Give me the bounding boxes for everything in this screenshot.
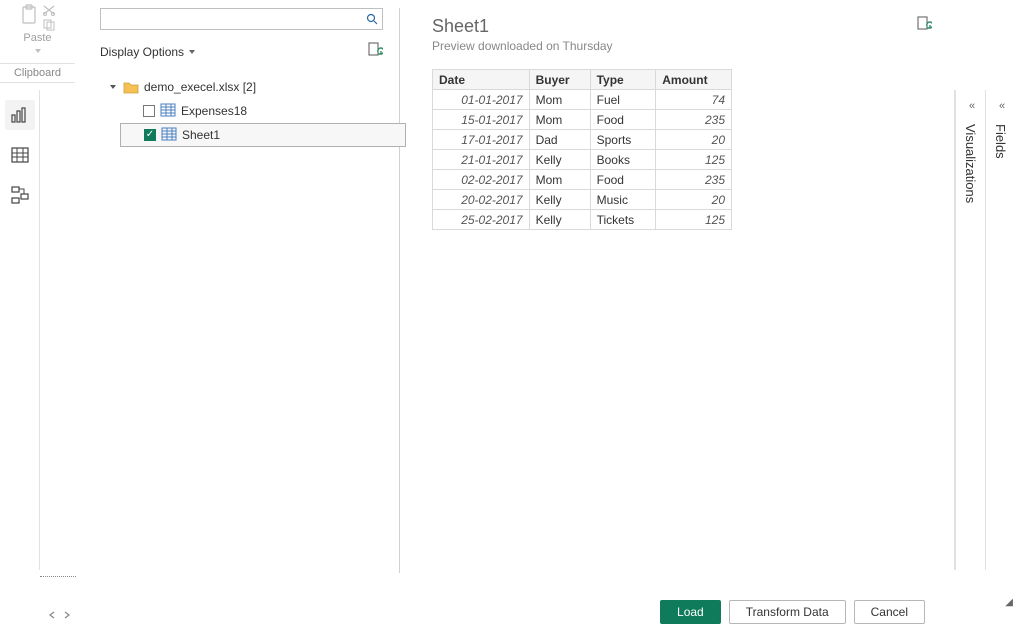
cell-amount: 125 [656,210,732,230]
expand-icon: « [999,100,1002,112]
column-header[interactable]: Amount [656,70,732,90]
cell-amount: 235 [656,110,732,130]
cell-buyer: Mom [529,90,590,110]
file-icon [123,80,139,94]
search-input[interactable] [100,8,383,30]
cell-amount: 20 [656,190,732,210]
cell-amount: 74 [656,90,732,110]
column-header[interactable]: Type [590,70,656,90]
resize-handle-icon: ◢ [1005,597,1013,608]
paste-button[interactable]: Paste [0,0,75,58]
collapse-icon[interactable] [108,83,118,91]
table-row: 02-02-2017MomFood235 [433,170,732,190]
cell-buyer: Dad [529,130,590,150]
table-row: 21-01-2017KellyBooks125 [433,150,732,170]
right-panes: « Visualizations « Fields [954,90,1015,570]
cell-date: 02-02-2017 [433,170,530,190]
column-header[interactable]: Date [433,70,530,90]
column-header[interactable]: Buyer [529,70,590,90]
load-button[interactable]: Load [660,600,721,624]
checkbox[interactable] [144,129,156,141]
display-options-label: Display Options [100,45,184,59]
navigator-tree: demo_execel.xlsx [2] Expenses18 Sheet1 [100,75,387,147]
paste-label: Paste [0,32,75,44]
tree-item[interactable]: Expenses18 [120,99,387,123]
page-nav[interactable] [45,608,75,622]
cell-buyer: Kelly [529,190,590,210]
data-view-icon[interactable] [5,140,35,170]
paste-icon [20,4,38,26]
table-icon [160,103,176,120]
page-divider [40,576,76,584]
navigator-panel: Display Options demo_execel.xlsx [2] Exp… [100,8,400,573]
prev-page-icon[interactable] [45,608,58,621]
checkbox[interactable] [143,105,155,117]
visualizations-pane[interactable]: « Visualizations [955,90,985,570]
preview-table: DateBuyerTypeAmount 01-01-2017MomFuel741… [432,69,732,230]
cell-amount: 125 [656,150,732,170]
tree-item-label: Sheet1 [182,128,220,142]
table-icon [161,127,177,144]
cell-buyer: Mom [529,170,590,190]
cell-type: Tickets [590,210,656,230]
tree-item[interactable]: Sheet1 [120,123,406,147]
table-row: 15-01-2017MomFood235 [433,110,732,130]
table-row: 01-01-2017MomFuel74 [433,90,732,110]
view-switcher [0,90,40,570]
cancel-button[interactable]: Cancel [854,600,925,624]
cell-type: Books [590,150,656,170]
cell-date: 15-01-2017 [433,110,530,130]
cell-type: Food [590,110,656,130]
cell-date: 21-01-2017 [433,150,530,170]
display-options-dropdown[interactable]: Display Options [100,45,196,59]
dialog-buttons: Load Transform Data Cancel [660,600,925,624]
chevron-down-icon [188,48,196,56]
preview-title: Sheet1 [432,16,613,37]
transform-data-button[interactable]: Transform Data [729,600,846,624]
refresh-button[interactable] [367,42,383,61]
copy-icon [42,19,56,31]
model-view-icon[interactable] [5,180,35,210]
cell-type: Food [590,170,656,190]
cell-buyer: Kelly [529,150,590,170]
tree-root-label: demo_execel.xlsx [2] [144,80,256,94]
cell-date: 17-01-2017 [433,130,530,150]
preview-panel: Sheet1 Preview downloaded on Thursday Da… [432,16,932,230]
cell-buyer: Mom [529,110,590,130]
preview-subtitle: Preview downloaded on Thursday [432,39,613,53]
paste-dropdown-icon[interactable] [34,47,42,55]
cell-date: 01-01-2017 [433,90,530,110]
table-row: 20-02-2017KellyMusic20 [433,190,732,210]
cell-date: 25-02-2017 [433,210,530,230]
cell-buyer: Kelly [529,210,590,230]
cell-type: Music [590,190,656,210]
tree-item-label: Expenses18 [181,104,247,118]
search-field[interactable] [105,11,366,27]
clipboard-group-label: Clipboard [0,63,75,82]
preview-refresh-button[interactable] [916,16,932,35]
cell-date: 20-02-2017 [433,190,530,210]
report-view-icon[interactable] [5,100,35,130]
expand-icon: « [969,100,972,112]
cell-type: Sports [590,130,656,150]
ribbon-clipboard-group: Paste Clipboard [0,0,75,83]
visualizations-label: Visualizations [963,124,978,203]
table-row: 17-01-2017DadSports20 [433,130,732,150]
table-row: 25-02-2017KellyTickets125 [433,210,732,230]
cell-amount: 20 [656,130,732,150]
fields-pane[interactable]: « Fields [985,90,1015,570]
fields-label: Fields [993,124,1008,159]
search-icon [366,13,378,25]
cell-amount: 235 [656,170,732,190]
cut-icon [42,4,56,16]
next-page-icon[interactable] [60,608,73,621]
tree-root-node[interactable]: demo_execel.xlsx [2] [100,75,387,99]
cell-type: Fuel [590,90,656,110]
